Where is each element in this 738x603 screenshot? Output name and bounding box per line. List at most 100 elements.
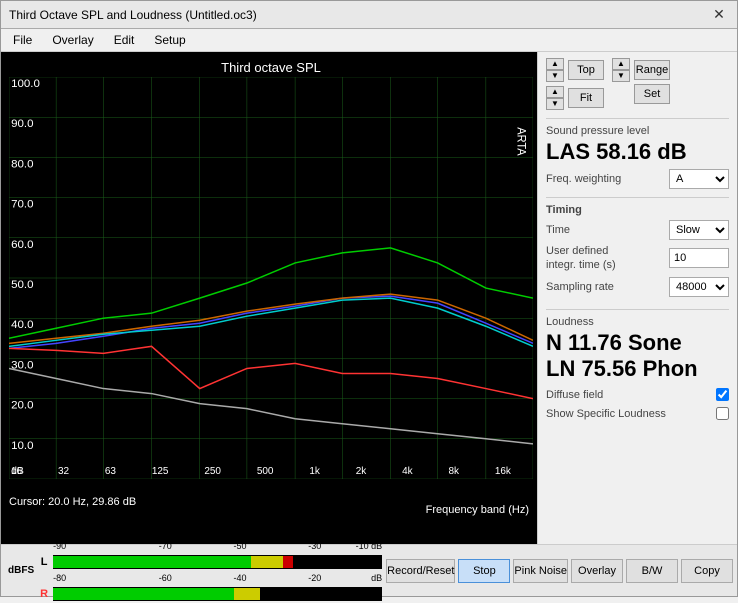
tick-40: -40 (203, 573, 278, 583)
fit-button[interactable]: Fit (568, 88, 604, 108)
record-reset-button[interactable]: Record/Reset (386, 559, 455, 583)
diffuse-field-label: Diffuse field (546, 389, 603, 401)
r-yellow-segment (234, 588, 260, 600)
sampling-rate-label: Sampling rate (546, 281, 614, 293)
chart-area: Third octave SPL (1, 52, 537, 544)
fit-up-btn[interactable]: ▲ (546, 86, 564, 98)
tick-0db: dB (352, 573, 382, 583)
range-label: Range (634, 60, 670, 80)
top-row: ▲ ▼ Top (546, 58, 604, 82)
spl-section-label: Sound pressure level (546, 125, 729, 137)
diffuse-field-checkbox[interactable] (716, 388, 729, 401)
l-green-segment (53, 556, 250, 568)
svg-text:40.0: 40.0 (11, 319, 33, 331)
top-down-btn[interactable]: ▼ (546, 70, 564, 82)
top-spinner[interactable]: ▲ ▼ (546, 58, 564, 82)
l-meter-row: L (37, 555, 382, 569)
set-button[interactable]: Set (634, 84, 670, 104)
timing-section-label: Timing (546, 204, 729, 216)
x-tick-250: 250 (204, 466, 221, 477)
time-row: Time Slow Fast (546, 220, 729, 240)
l-meter (53, 555, 382, 569)
range-spinner[interactable]: ▲ ▼ (612, 58, 630, 82)
right-panel: ▲ ▼ Top ▲ ▼ Fit (537, 52, 737, 544)
show-specific-checkbox[interactable] (716, 407, 729, 420)
svg-text:20.0: 20.0 (11, 400, 33, 412)
sampling-rate-row: Sampling rate 48000 44100 96000 (546, 277, 729, 297)
cursor-info: Cursor: 20.0 Hz, 29.86 dB (9, 496, 136, 508)
fit-down-btn[interactable]: ▼ (546, 98, 564, 110)
title-bar: Third Octave SPL and Loudness (Untitled.… (1, 1, 737, 29)
dbfs-label: dBFS (5, 565, 37, 576)
x-tick-500: 500 (257, 466, 274, 477)
range-up-btn[interactable]: ▲ (612, 58, 630, 70)
top-button[interactable]: Top (568, 60, 604, 80)
loudness-section: Loudness N 11.76 Sone LN 75.56 Phon Diff… (546, 309, 729, 421)
l-yellow-segment (251, 556, 284, 568)
show-specific-label: Show Specific Loudness (546, 408, 666, 420)
x-tick-4k: 4k (402, 466, 413, 477)
x-tick-32: 32 (58, 466, 69, 477)
menu-bar: File Overlay Edit Setup (1, 29, 737, 52)
range-down-btn[interactable]: ▼ (612, 70, 630, 82)
x-tick-16k: 16k (495, 466, 511, 477)
overlay-button[interactable]: Overlay (571, 559, 623, 583)
stop-button[interactable]: Stop (458, 559, 510, 583)
menu-edit[interactable]: Edit (110, 32, 139, 48)
copy-button[interactable]: Copy (681, 559, 733, 583)
close-button[interactable]: ✕ (709, 5, 729, 25)
sampling-rate-dropdown[interactable]: 48000 44100 96000 (669, 277, 729, 297)
diffuse-field-row: Diffuse field (546, 388, 729, 401)
fit-row: ▲ ▼ Fit (546, 86, 604, 110)
show-specific-row: Show Specific Loudness (546, 407, 729, 420)
pink-noise-button[interactable]: Pink Noise (513, 559, 568, 583)
menu-overlay[interactable]: Overlay (48, 32, 97, 48)
freq-weighting-label: Freq. weighting (546, 173, 621, 185)
bottom-buttons: Record/Reset Stop Pink Noise Overlay B/W… (382, 559, 733, 583)
freq-weighting-row: Freq. weighting A B C D (546, 169, 729, 189)
x-tick-1k: 1k (309, 466, 320, 477)
tick-60: -60 (128, 573, 203, 583)
chart-title: Third octave SPL (9, 60, 533, 75)
x-tick-2k: 2k (356, 466, 367, 477)
svg-text:60.0: 60.0 (11, 239, 33, 251)
loudness-value: N 11.76 Sone LN 75.56 Phon (546, 330, 729, 383)
x-tick-63: 63 (105, 466, 116, 477)
meter-tick-labels-bottom: -80 -60 -40 -20 dB (37, 573, 382, 583)
svg-text:50.0: 50.0 (11, 279, 33, 291)
r-green-segment (53, 588, 234, 600)
spl-value: LAS 58.16 dB (546, 139, 729, 165)
set-row: Set (612, 84, 670, 104)
top-fit-group: ▲ ▼ Top ▲ ▼ Fit (546, 58, 604, 110)
freq-label: Frequency band (Hz) (426, 504, 529, 516)
top-up-btn[interactable]: ▲ (546, 58, 564, 70)
range-row: ▲ ▼ Range (612, 58, 670, 82)
freq-weighting-dropdown[interactable]: A B C D (669, 169, 729, 189)
svg-text:80.0: 80.0 (11, 159, 33, 171)
fit-spinner[interactable]: ▲ ▼ (546, 86, 564, 110)
svg-text:90.0: 90.0 (11, 118, 33, 130)
bw-button[interactable]: B/W (626, 559, 678, 583)
bottom-bar: dBFS -90 -70 -50 -30 -10 dB L -8 (1, 544, 737, 596)
range-group: ▲ ▼ Range Set (612, 58, 670, 104)
time-label: Time (546, 224, 570, 236)
content-area: Third octave SPL (1, 52, 737, 544)
loudness-section-label: Loudness (546, 316, 729, 328)
user-defined-input[interactable] (669, 248, 729, 268)
level-meter-area: -90 -70 -50 -30 -10 dB L -80 -60 -40 (37, 539, 382, 603)
top-controls-area: ▲ ▼ Top ▲ ▼ Fit (546, 58, 729, 110)
svg-text:ARTA: ARTA (514, 127, 526, 156)
user-defined-label: User definedintegr. time (s) (546, 244, 616, 273)
r-channel-label: R (37, 588, 51, 600)
menu-file[interactable]: File (9, 32, 36, 48)
window-title: Third Octave SPL and Loudness (Untitled.… (9, 8, 257, 22)
loudness-line2: LN 75.56 Phon (546, 356, 729, 382)
menu-setup[interactable]: Setup (150, 32, 189, 48)
svg-text:70.0: 70.0 (11, 199, 33, 211)
x-tick-16: 16 (11, 466, 22, 477)
tick-20: -20 (277, 573, 352, 583)
svg-text:10.0: 10.0 (11, 440, 33, 452)
tick-80: -80 (53, 573, 128, 583)
time-dropdown[interactable]: Slow Fast (669, 220, 729, 240)
main-window: Third Octave SPL and Loudness (Untitled.… (0, 0, 738, 597)
